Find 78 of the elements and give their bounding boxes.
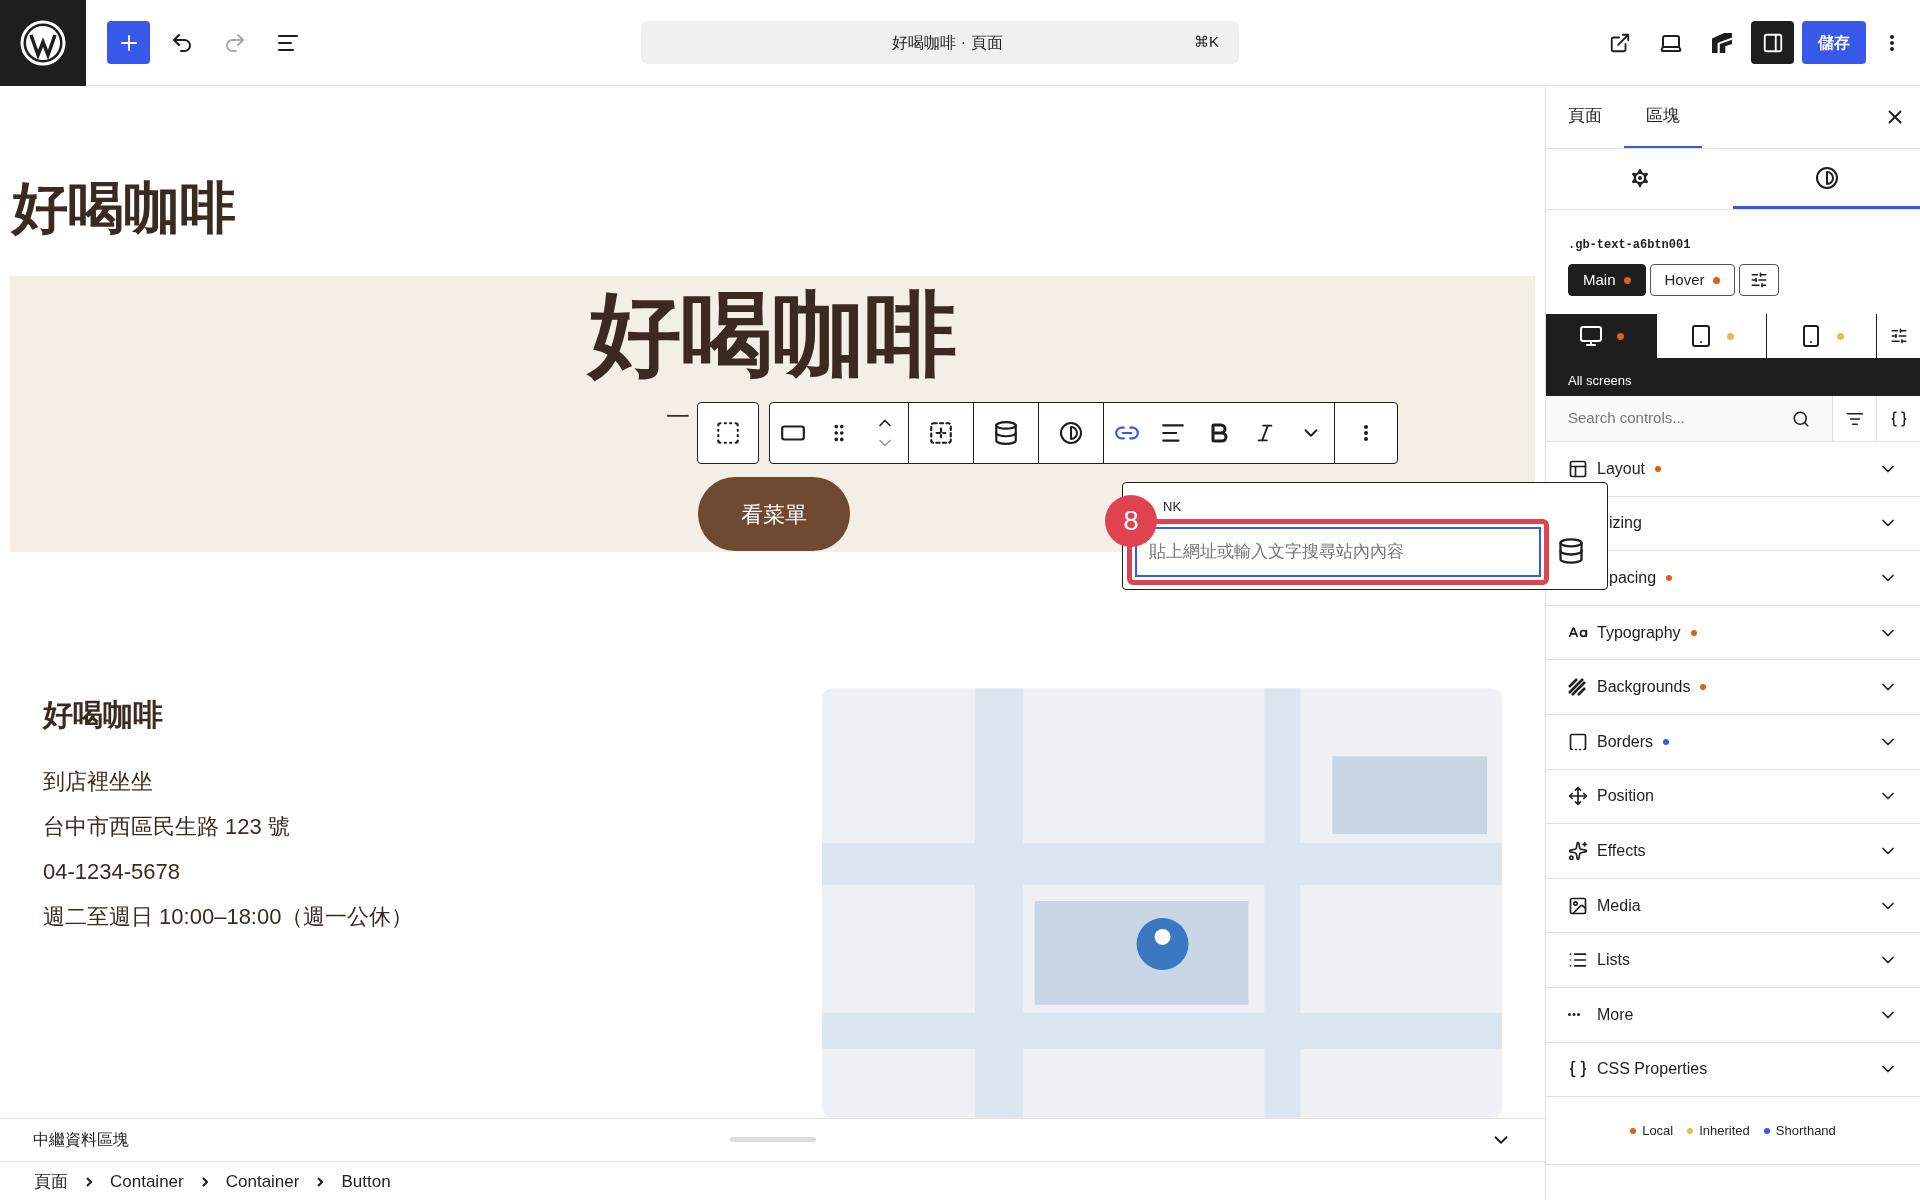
database-icon <box>1557 537 1585 565</box>
wordpress-icon <box>19 18 67 67</box>
state-options-button[interactable] <box>1738 264 1779 296</box>
panel-header[interactable]: pacing <box>1546 551 1920 606</box>
panel-header[interactable]: CSS Properties <box>1546 1042 1920 1098</box>
info-heading: 好喝咖啡 <box>43 697 164 733</box>
save-button[interactable]: 儲存 <box>1802 21 1866 64</box>
info-line: 台中市西區民生路 123 號 <box>43 813 291 841</box>
metadata-panel-title: 中繼資料區塊 <box>33 1130 129 1150</box>
state-button[interactable]: Hover <box>1649 264 1735 296</box>
move-arrows-icon <box>1568 786 1588 807</box>
layout-icon <box>1568 458 1588 479</box>
half-circle-icon <box>1059 421 1083 445</box>
site-title: 好喝咖啡 <box>12 180 237 236</box>
dashed-square-icon <box>715 420 741 446</box>
state-button[interactable]: Main <box>1568 264 1646 296</box>
sliders-icon <box>1749 271 1768 289</box>
plugin-logo-icon <box>1711 32 1732 53</box>
chevron-icon <box>201 1177 208 1187</box>
device-tab[interactable] <box>1766 314 1876 358</box>
chevron-icon <box>86 1177 92 1187</box>
panel-header[interactable]: Position <box>1546 769 1920 825</box>
dashed-border-icon <box>1568 731 1588 752</box>
css-selector: .gb-text-a6btn001 <box>1568 237 1691 254</box>
braces-icon <box>1889 409 1908 428</box>
image-icon <box>1568 895 1588 916</box>
hero-subtitle: 一 <box>666 402 690 433</box>
external-link-icon <box>1608 31 1631 54</box>
device-options-button[interactable] <box>1876 314 1920 358</box>
info-line: 到店裡坐坐 <box>43 768 154 796</box>
device-tab[interactable] <box>1656 314 1766 358</box>
sidebar-icon <box>1761 31 1784 54</box>
database-icon <box>993 420 1019 446</box>
device-label: All screens <box>1568 372 1632 390</box>
menu-button[interactable]: 看菜單 <box>698 477 850 552</box>
more-icon <box>1890 34 1894 51</box>
ellipsis-icon <box>1568 1013 1580 1017</box>
add-square-icon <box>928 420 954 446</box>
desktop-icon <box>1578 324 1603 348</box>
hero-title: 好喝咖啡 <box>588 284 957 386</box>
panel-header[interactable]: Effects <box>1546 824 1920 879</box>
legend-item: Shorthand <box>1763 1120 1836 1141</box>
info-line: 04-1234-5678 <box>43 858 181 886</box>
info-line: 週二至週日 10:00–18:00（週一公休） <box>43 903 415 931</box>
sidebar-tab[interactable]: 頁面 <box>1546 86 1624 148</box>
search-field[interactable]: Search controls... <box>1546 396 1832 441</box>
chevron-icon <box>317 1177 324 1187</box>
document-title: 好喝咖啡 · 頁面 <box>891 32 1004 53</box>
breadcrumb-item[interactable]: Container <box>110 1169 184 1195</box>
panel-header[interactable]: Lists <box>1546 933 1920 988</box>
settings-sidebar-toggle[interactable] <box>1751 21 1794 64</box>
breadcrumb-item[interactable]: Button <box>341 1169 391 1195</box>
hatch-icon <box>1568 678 1586 697</box>
link-label: NK <box>1163 498 1182 516</box>
panel-header[interactable]: Borders <box>1546 714 1920 770</box>
breadcrumb-item[interactable]: Container <box>225 1169 300 1195</box>
breadcrumb-item[interactable]: 頁面 <box>34 1169 68 1195</box>
panel-header[interactable]: More <box>1546 987 1920 1043</box>
command-bar[interactable]: 好喝咖啡 · 頁面 ⌘K <box>641 21 1239 64</box>
sparkles-icon <box>1568 840 1588 861</box>
half-circle-icon <box>1814 165 1839 190</box>
panel-header[interactable]: Backgrounds <box>1546 660 1920 715</box>
legend-item: Local <box>1630 1120 1674 1141</box>
sliders-icon <box>1889 327 1908 345</box>
wordpress-logo[interactable] <box>0 0 86 86</box>
sidebar-tab[interactable]: 區塊 <box>1624 86 1702 148</box>
resize-handle[interactable] <box>730 1137 816 1142</box>
search-input[interactable]: Search controls... <box>1568 407 1792 430</box>
tablet-icon <box>1689 324 1713 348</box>
panel-header[interactable]: Layout <box>1546 442 1920 497</box>
legend-item: Inherited <box>1687 1120 1750 1141</box>
more-icon <box>1364 425 1368 441</box>
search-icon <box>1792 409 1810 428</box>
panel-header[interactable]: Media <box>1546 878 1920 934</box>
braces-icon <box>1568 1059 1588 1080</box>
panel-header[interactable]: Typography <box>1546 605 1920 661</box>
panel-header[interactable]: izing <box>1546 496 1920 552</box>
shortcut-label: ⌘K <box>1194 32 1219 53</box>
